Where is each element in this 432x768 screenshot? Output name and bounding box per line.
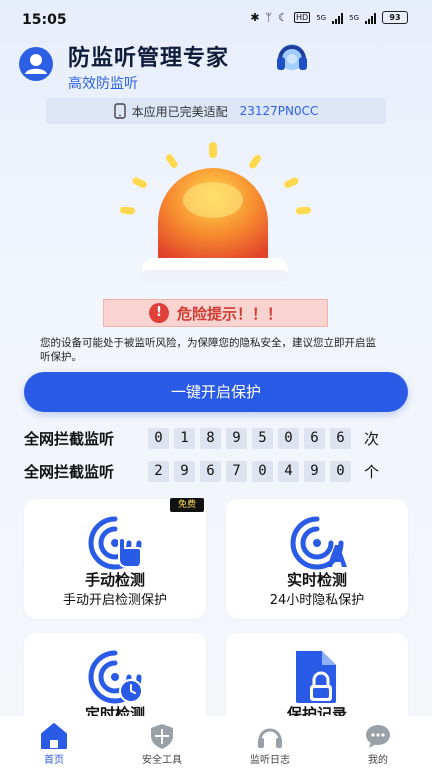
counter-digit: 9 xyxy=(174,460,195,482)
nav-label: 首页 xyxy=(44,755,64,766)
counter-digit: 8 xyxy=(200,427,221,449)
counter-digit: 7 xyxy=(226,460,247,482)
shield-icon xyxy=(151,724,173,749)
counter-digit: 4 xyxy=(278,460,299,482)
counter-digit: 6 xyxy=(330,427,351,449)
nav-item-home[interactable]: 首页 xyxy=(0,716,108,768)
moon-icon: ☾ xyxy=(278,11,289,24)
page-title: 防监听管理专家 xyxy=(68,46,230,71)
status-bar: 15:05 ✱ ᛘ ☾ HD 5G 5G 93 xyxy=(0,0,432,36)
user-icon xyxy=(25,54,47,74)
counter-unit: 次 xyxy=(364,429,380,448)
counter-digit: 0 xyxy=(148,427,169,449)
counter-digit: 6 xyxy=(200,460,221,482)
card-title: 手动检测 xyxy=(84,571,145,589)
battery-icon: 93 xyxy=(382,11,408,24)
alert-icon: ! xyxy=(148,303,169,323)
signal-icon-2 xyxy=(365,12,376,24)
manual-scan-card[interactable]: 手动检测 手动开启检测保护 xyxy=(24,499,206,619)
nav-item-log[interactable]: 监听日志 xyxy=(216,716,324,768)
network-label-2: 5G xyxy=(349,13,359,22)
card-subtitle: 24小时隐私保护 xyxy=(269,593,365,608)
counter-digit: 0 xyxy=(278,427,299,449)
counter-label: 全网拦截监听 xyxy=(24,429,115,448)
timer-scan-icon xyxy=(88,650,143,704)
realtime-scan-card[interactable]: 实时检测 24小时隐私保护 xyxy=(226,499,408,619)
counter-digit: 9 xyxy=(304,460,325,482)
network-label: 5G xyxy=(316,13,327,22)
counter-digit: 9 xyxy=(226,427,247,449)
intercept-counter-2: 全网拦截监听 2 9 6 7 0 4 9 0 个 xyxy=(24,459,379,483)
phone-icon xyxy=(113,103,126,119)
status-icons: ✱ ᛘ ☾ HD 5G 5G 93 xyxy=(250,11,408,24)
risk-description: 您的设备可能处于被监听风险，为保障您的隐私安全，建议您立即开启监听保护。 xyxy=(40,337,376,363)
counter-digit: 1 xyxy=(174,427,195,449)
enable-protection-button[interactable]: 一键开启保护 xyxy=(24,372,408,412)
timer-scan-card[interactable]: 定时检测 xyxy=(24,633,206,728)
device-model: 23127PN0CC xyxy=(239,104,319,118)
card-subtitle: 手动开启检测保护 xyxy=(62,593,167,608)
card-title: 实时检测 xyxy=(286,571,347,589)
hd-icon: HD xyxy=(294,12,311,23)
counter-unit: 个 xyxy=(364,462,380,481)
headset-icon xyxy=(258,728,282,748)
earbuds-icon: ᛘ xyxy=(265,11,273,24)
counter-digit: 0 xyxy=(252,460,273,482)
danger-alert: ! 危险提示！！！ xyxy=(103,299,328,327)
nav-item-security-tools[interactable]: 安全工具 xyxy=(108,716,216,768)
compat-banner: 本应用已完美适配 23127PN0CC xyxy=(46,98,386,124)
counter-label: 全网拦截监听 xyxy=(24,462,115,481)
record-file-icon xyxy=(296,651,336,703)
bottom-nav: 首页 安全工具 监听日志 我的 xyxy=(0,716,432,768)
nav-label: 我的 xyxy=(368,755,388,766)
nav-label: 安全工具 xyxy=(142,755,182,766)
counter-digit: 0 xyxy=(330,460,351,482)
chat-bubble-icon xyxy=(366,725,390,748)
compat-text: 本应用已完美适配 xyxy=(131,104,228,119)
signal-icon xyxy=(332,12,344,24)
headphone-logo-icon xyxy=(277,44,307,70)
nav-item-mine[interactable]: 我的 xyxy=(324,716,432,768)
app-subtitle: 高效防监听 xyxy=(68,76,138,92)
hand-scan-icon xyxy=(88,516,142,570)
alarm-light-icon xyxy=(120,142,311,282)
nav-label: 监听日志 xyxy=(250,755,290,766)
bluetooth-icon: ✱ xyxy=(250,11,260,24)
protection-record-card[interactable]: 保护记录 xyxy=(226,633,408,728)
counter-digit: 2 xyxy=(148,460,169,482)
free-badge: 免费 xyxy=(170,498,204,512)
avatar[interactable] xyxy=(19,47,53,81)
intercept-counter-1: 全网拦截监听 0 1 8 9 5 0 6 6 次 xyxy=(24,426,379,450)
status-time: 15:05 xyxy=(22,12,67,28)
counter-digit: 5 xyxy=(252,427,273,449)
realtime-scan-icon xyxy=(290,516,347,570)
home-icon xyxy=(41,723,67,749)
danger-label: 危险提示！！！ xyxy=(176,304,282,323)
counter-digit: 6 xyxy=(304,427,325,449)
